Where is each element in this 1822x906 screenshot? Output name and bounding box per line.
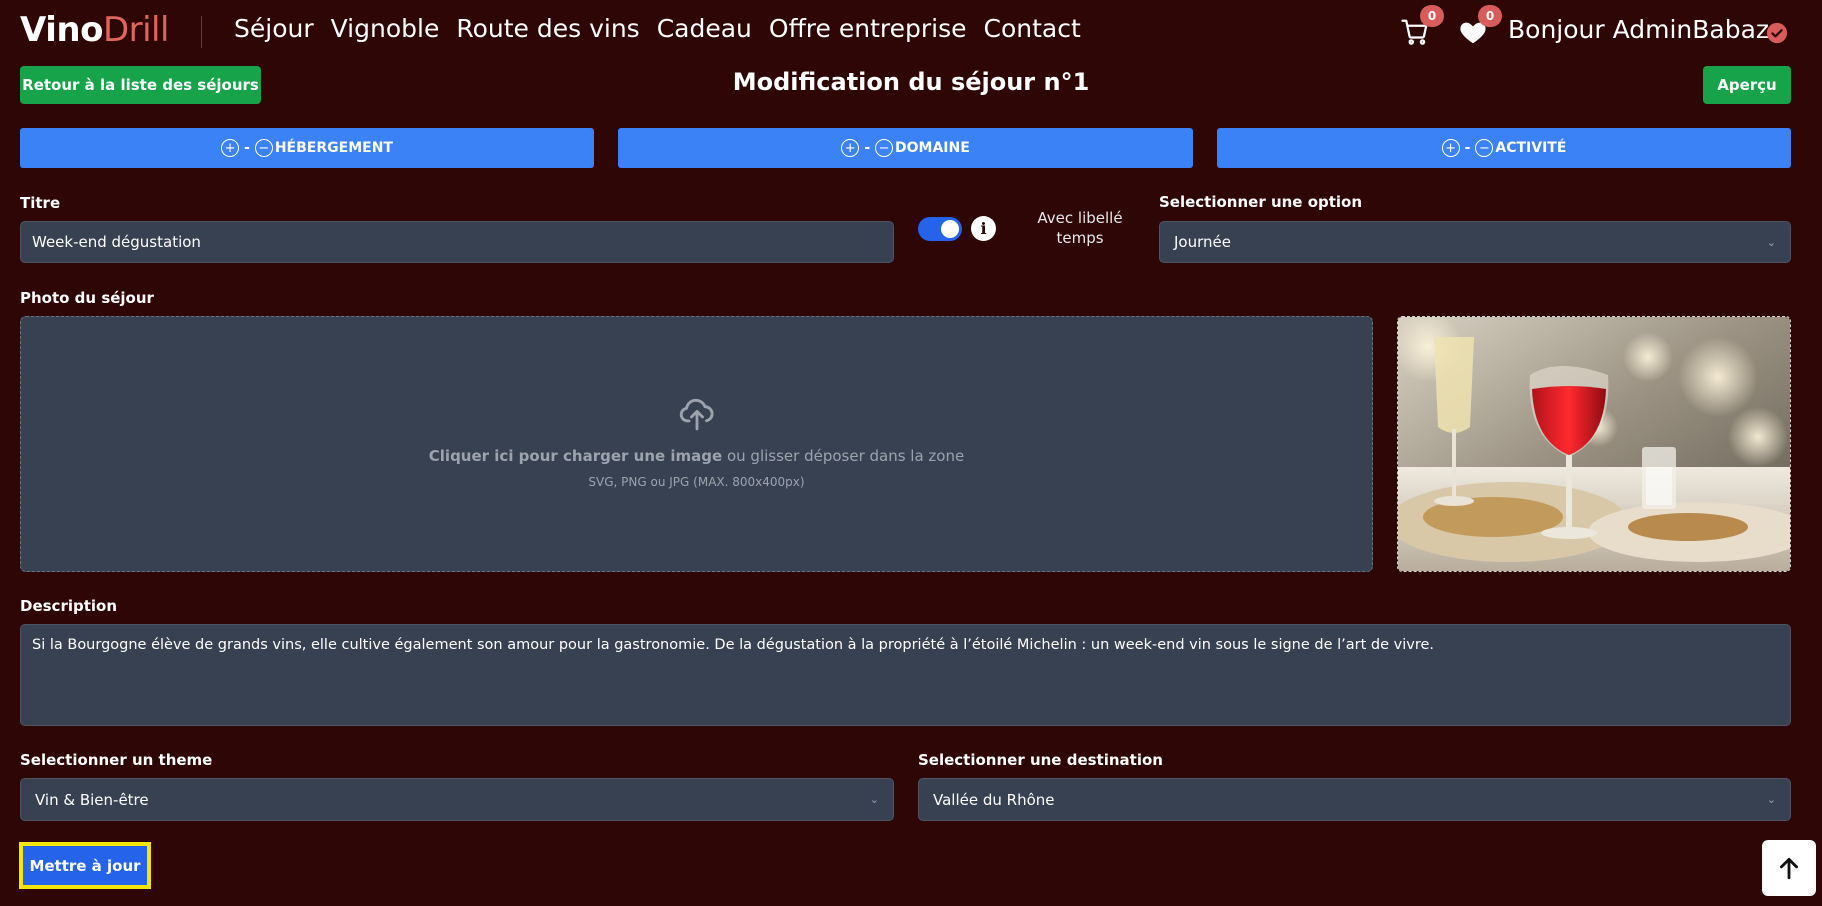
option-label: Selectionner une option [1159,193,1363,211]
tab-hebergement[interactable]: + - − HÉBERGEMENT [20,128,594,168]
option-select[interactable]: Journée ⌄ [1159,221,1791,263]
plus-circle-icon[interactable]: + [1441,139,1460,157]
description-label: Description [20,597,118,615]
top-navbar: VinoDrill Séjour Vignoble Route des vins… [0,0,1822,62]
logo-part-vino: Vino [20,10,103,50]
logo-part-drill: Drill [102,10,170,50]
dropzone-hint: SVG, PNG ou JPG (MAX. 800x400px) [588,475,805,489]
tab-domaine[interactable]: + - − DOMAINE [618,128,1193,168]
stay-photo-preview [1397,316,1791,572]
theme-label: Selectionner un theme [20,751,213,769]
time-label-caption: Avec libellé temps [1030,208,1130,248]
destination-select[interactable]: Vallée du Rhône ⌄ [918,778,1791,821]
dropzone-click-text: Cliquer ici pour charger une image [428,447,723,465]
logo[interactable]: VinoDrill [20,10,169,50]
tab-label: DOMAINE [895,140,970,156]
wishlist-count-badge: 0 [1478,5,1502,27]
toggle-knob [941,220,959,238]
dropzone-drag-text: ou glisser déposer dans la zone [722,447,965,465]
nav-link-offre-entreprise[interactable]: Offre entreprise [769,14,967,43]
cart-count-badge: 0 [1420,5,1444,27]
option-select-value: Journée [1174,233,1231,251]
time-label-line2: temps [1056,229,1104,247]
nav-link-route-des-vins[interactable]: Route des vins [456,14,639,43]
plus-circle-icon[interactable]: + [221,139,240,157]
tab-activite[interactable]: + - − ACTIVITÉ [1217,128,1791,168]
chevron-down-icon: ⌄ [869,793,879,806]
title-label: Titre [20,194,61,212]
tab-label: HÉBERGEMENT [274,140,393,156]
nav-link-sejour[interactable]: Séjour [234,14,314,43]
chevron-down-icon: ⌄ [1766,235,1776,249]
update-button[interactable]: Mettre à jour [19,842,151,889]
theme-select[interactable]: Vin & Bien-être ⌄ [20,778,894,821]
title-input[interactable]: Week-end dégustation [20,221,894,263]
info-icon[interactable]: i [971,216,996,241]
destination-label: Selectionner une destination [918,751,1163,769]
scroll-to-top-button[interactable] [1762,840,1816,896]
description-value: Si la Bourgogne élève de grands vins, el… [32,637,1435,653]
minus-circle-icon[interactable]: − [1475,139,1494,157]
cart-button[interactable]: 0 [1400,5,1444,47]
dropzone-instruction: Cliquer ici pour charger une image ou gl… [21,447,1372,465]
destination-select-value: Vallée du Rhône [933,790,1055,809]
logo-divider [201,16,202,48]
chevron-down-icon: ⌄ [1766,793,1776,806]
time-label-line1: Avec libellé [1037,209,1123,227]
description-textarea[interactable]: Si la Bourgogne élève de grands vins, el… [20,624,1791,726]
title-input-value: Week-end dégustation [32,233,201,251]
wishlist-button[interactable]: 0 [1458,5,1502,47]
minus-circle-icon[interactable]: − [254,139,273,157]
tab-label: ACTIVITÉ [1495,140,1567,156]
page-title: Modification du séjour n°1 [732,68,1090,96]
main-nav: Séjour Vignoble Route des vins Cadeau Of… [234,14,1081,43]
tab-separator: - [1464,140,1471,156]
verified-check-icon [1766,22,1788,44]
tab-separator: - [864,140,871,156]
image-dropzone[interactable]: Cliquer ici pour charger une image ou gl… [20,316,1373,572]
plus-circle-icon[interactable]: + [841,139,860,157]
wine-glasses-photo [1398,317,1790,571]
nav-link-cadeau[interactable]: Cadeau [657,14,752,43]
nav-link-contact[interactable]: Contact [984,14,1081,43]
photo-label: Photo du séjour [20,289,154,307]
preview-button[interactable]: Aperçu [1703,66,1791,104]
user-greeting[interactable]: Bonjour AdminBabaz [1508,15,1769,44]
tab-separator: - [244,140,250,156]
minus-circle-icon[interactable]: − [875,139,894,157]
nav-link-vignoble[interactable]: Vignoble [331,14,440,43]
theme-select-value: Vin & Bien-être [35,790,149,809]
time-label-toggle[interactable] [918,217,962,241]
upload-cloud-icon [679,398,714,431]
arrow-up-icon [1780,857,1798,880]
